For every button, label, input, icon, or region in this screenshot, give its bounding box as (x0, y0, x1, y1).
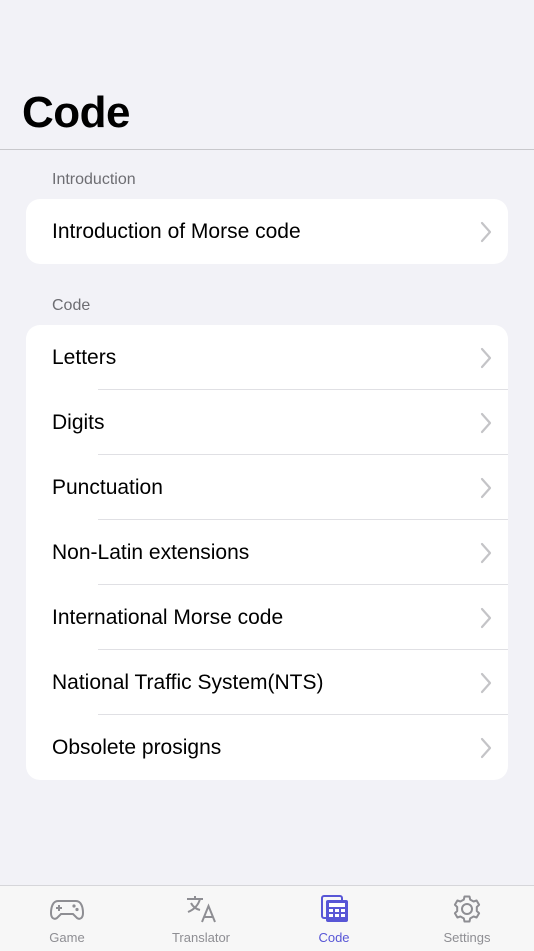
tab-label: Game (49, 930, 85, 945)
chevron-right-icon (480, 477, 492, 498)
translate-icon (187, 896, 216, 923)
list-item-obsolete-prosigns[interactable]: Obsolete prosigns (26, 715, 508, 780)
tab-code[interactable]: Code (267, 886, 401, 951)
list-group-introduction: Introduction of Morse code (26, 199, 508, 264)
list-item-non-latin-extensions[interactable]: Non-Latin extensions (26, 520, 508, 585)
section-header-code: Code (52, 297, 91, 314)
tab-settings[interactable]: Settings (400, 886, 534, 951)
gear-icon (453, 895, 481, 923)
page-title: Code (22, 88, 131, 137)
chevron-right-icon (480, 737, 492, 758)
list-item-punctuation[interactable]: Punctuation (26, 455, 508, 520)
chevron-right-icon (480, 542, 492, 563)
tab-game[interactable]: Game (0, 886, 134, 951)
list-item-introduction-of-morse-code[interactable]: Introduction of Morse code (26, 199, 508, 264)
tab-translator[interactable]: Translator (134, 886, 268, 951)
section-header-introduction: Introduction (52, 171, 136, 188)
list-item-label: Non-Latin extensions (52, 540, 250, 564)
tab-bar: Game Translator Code Settings (0, 885, 534, 951)
list-item-label: Digits (52, 410, 105, 434)
list-item-national-traffic-system[interactable]: National Traffic System(NTS) (26, 650, 508, 715)
list-item-digits[interactable]: Digits (26, 390, 508, 455)
list-item-label: Obsolete prosigns (52, 735, 222, 759)
code-table-icon (321, 895, 348, 922)
list-item-label: National Traffic System(NTS) (52, 670, 324, 694)
chevron-right-icon (480, 672, 492, 693)
chevron-right-icon (480, 347, 492, 368)
list-group-code: Letters Digits Punctuation Non-Latin ext… (26, 325, 508, 780)
chevron-right-icon (480, 412, 492, 433)
tab-label: Settings (443, 930, 491, 945)
nav-divider (0, 149, 534, 150)
chevron-right-icon (480, 607, 492, 628)
tab-label: Translator (171, 930, 231, 945)
gamepad-icon (49, 900, 85, 920)
tab-label: Code (318, 930, 350, 945)
list-item-label: Letters (52, 345, 117, 369)
chevron-right-icon (480, 221, 492, 242)
list-item-letters[interactable]: Letters (26, 325, 508, 390)
list-item-international-morse-code[interactable]: International Morse code (26, 585, 508, 650)
list-item-label: Punctuation (52, 475, 163, 499)
list-item-label: Introduction of Morse code (52, 219, 301, 243)
list-item-label: International Morse code (52, 605, 284, 629)
